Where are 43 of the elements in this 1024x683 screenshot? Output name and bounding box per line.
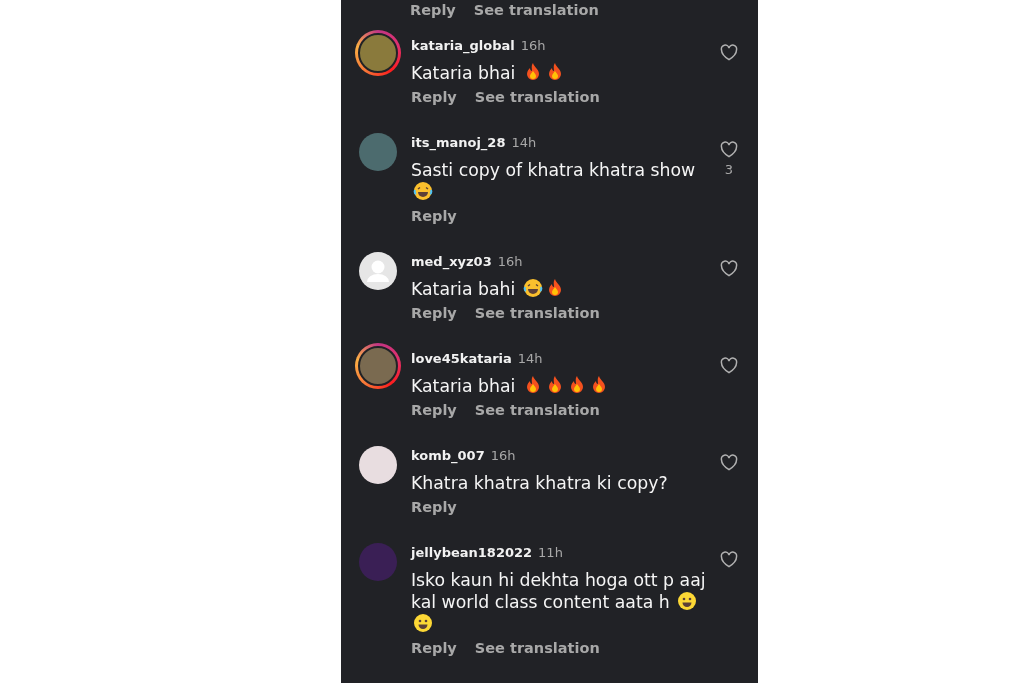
comment-time: 16h	[497, 254, 523, 269]
smiley-icon	[677, 591, 698, 611]
username[interactable]: its_manoj_28	[411, 135, 506, 150]
comment-time: 14h	[511, 135, 537, 150]
comment-text: Sasti copy of khatra khatra show	[411, 159, 714, 203]
reply-link[interactable]: Reply	[411, 305, 457, 321]
smiley-icon	[413, 613, 433, 633]
comment-time: 16h	[520, 38, 546, 53]
comment-text: Khatra khatra khatra ki copy?	[411, 472, 669, 494]
username[interactable]: komb_007	[411, 448, 485, 463]
heart-icon[interactable]	[720, 357, 738, 374]
heart-icon[interactable]	[720, 551, 738, 568]
default-avatar[interactable]	[359, 252, 397, 290]
comment-text: Kataria bhai	[411, 375, 714, 397]
username[interactable]: med_xyz03	[411, 254, 492, 269]
see-translation-link[interactable]: See translation	[474, 640, 600, 656]
heart-icon[interactable]	[720, 454, 738, 471]
see-translation-link[interactable]: See translation	[473, 2, 599, 18]
comment-text: Kataria bahi	[411, 278, 714, 300]
comment-text: Kataria bhai	[411, 62, 714, 84]
reply-link[interactable]: Reply	[411, 208, 457, 224]
see-translation-link[interactable]: See translation	[474, 89, 600, 105]
username[interactable]: kataria_global	[411, 38, 515, 53]
username[interactable]: jellybean182022	[411, 545, 533, 560]
photo-placeholder[interactable]	[359, 446, 397, 484]
see-translation-link[interactable]: See translation	[474, 305, 600, 321]
comment-text: Isko kaun hi dekhta hoga ott p aaj kal world class content aata h	[411, 569, 714, 635]
reply-link[interactable]: Reply	[411, 640, 457, 656]
heart-icon[interactable]	[720, 141, 738, 158]
comment-time: 16h	[490, 448, 516, 463]
heart-icon[interactable]	[720, 260, 738, 277]
laughing-face-icon	[522, 278, 543, 298]
reply-link[interactable]: Reply	[411, 89, 457, 105]
see-translation-link[interactable]: See translation	[474, 402, 600, 418]
reply-link[interactable]: Reply	[411, 402, 457, 418]
username[interactable]: love45kataria	[411, 351, 512, 366]
like-count: 3	[724, 162, 734, 177]
reply-link[interactable]: Reply	[411, 499, 457, 515]
comment-time: 11h	[538, 545, 563, 560]
reply-link[interactable]: Reply	[410, 2, 456, 18]
heart-icon[interactable]	[720, 44, 738, 61]
comment-time: 14h	[517, 351, 543, 366]
laughing-face-icon	[413, 181, 433, 201]
